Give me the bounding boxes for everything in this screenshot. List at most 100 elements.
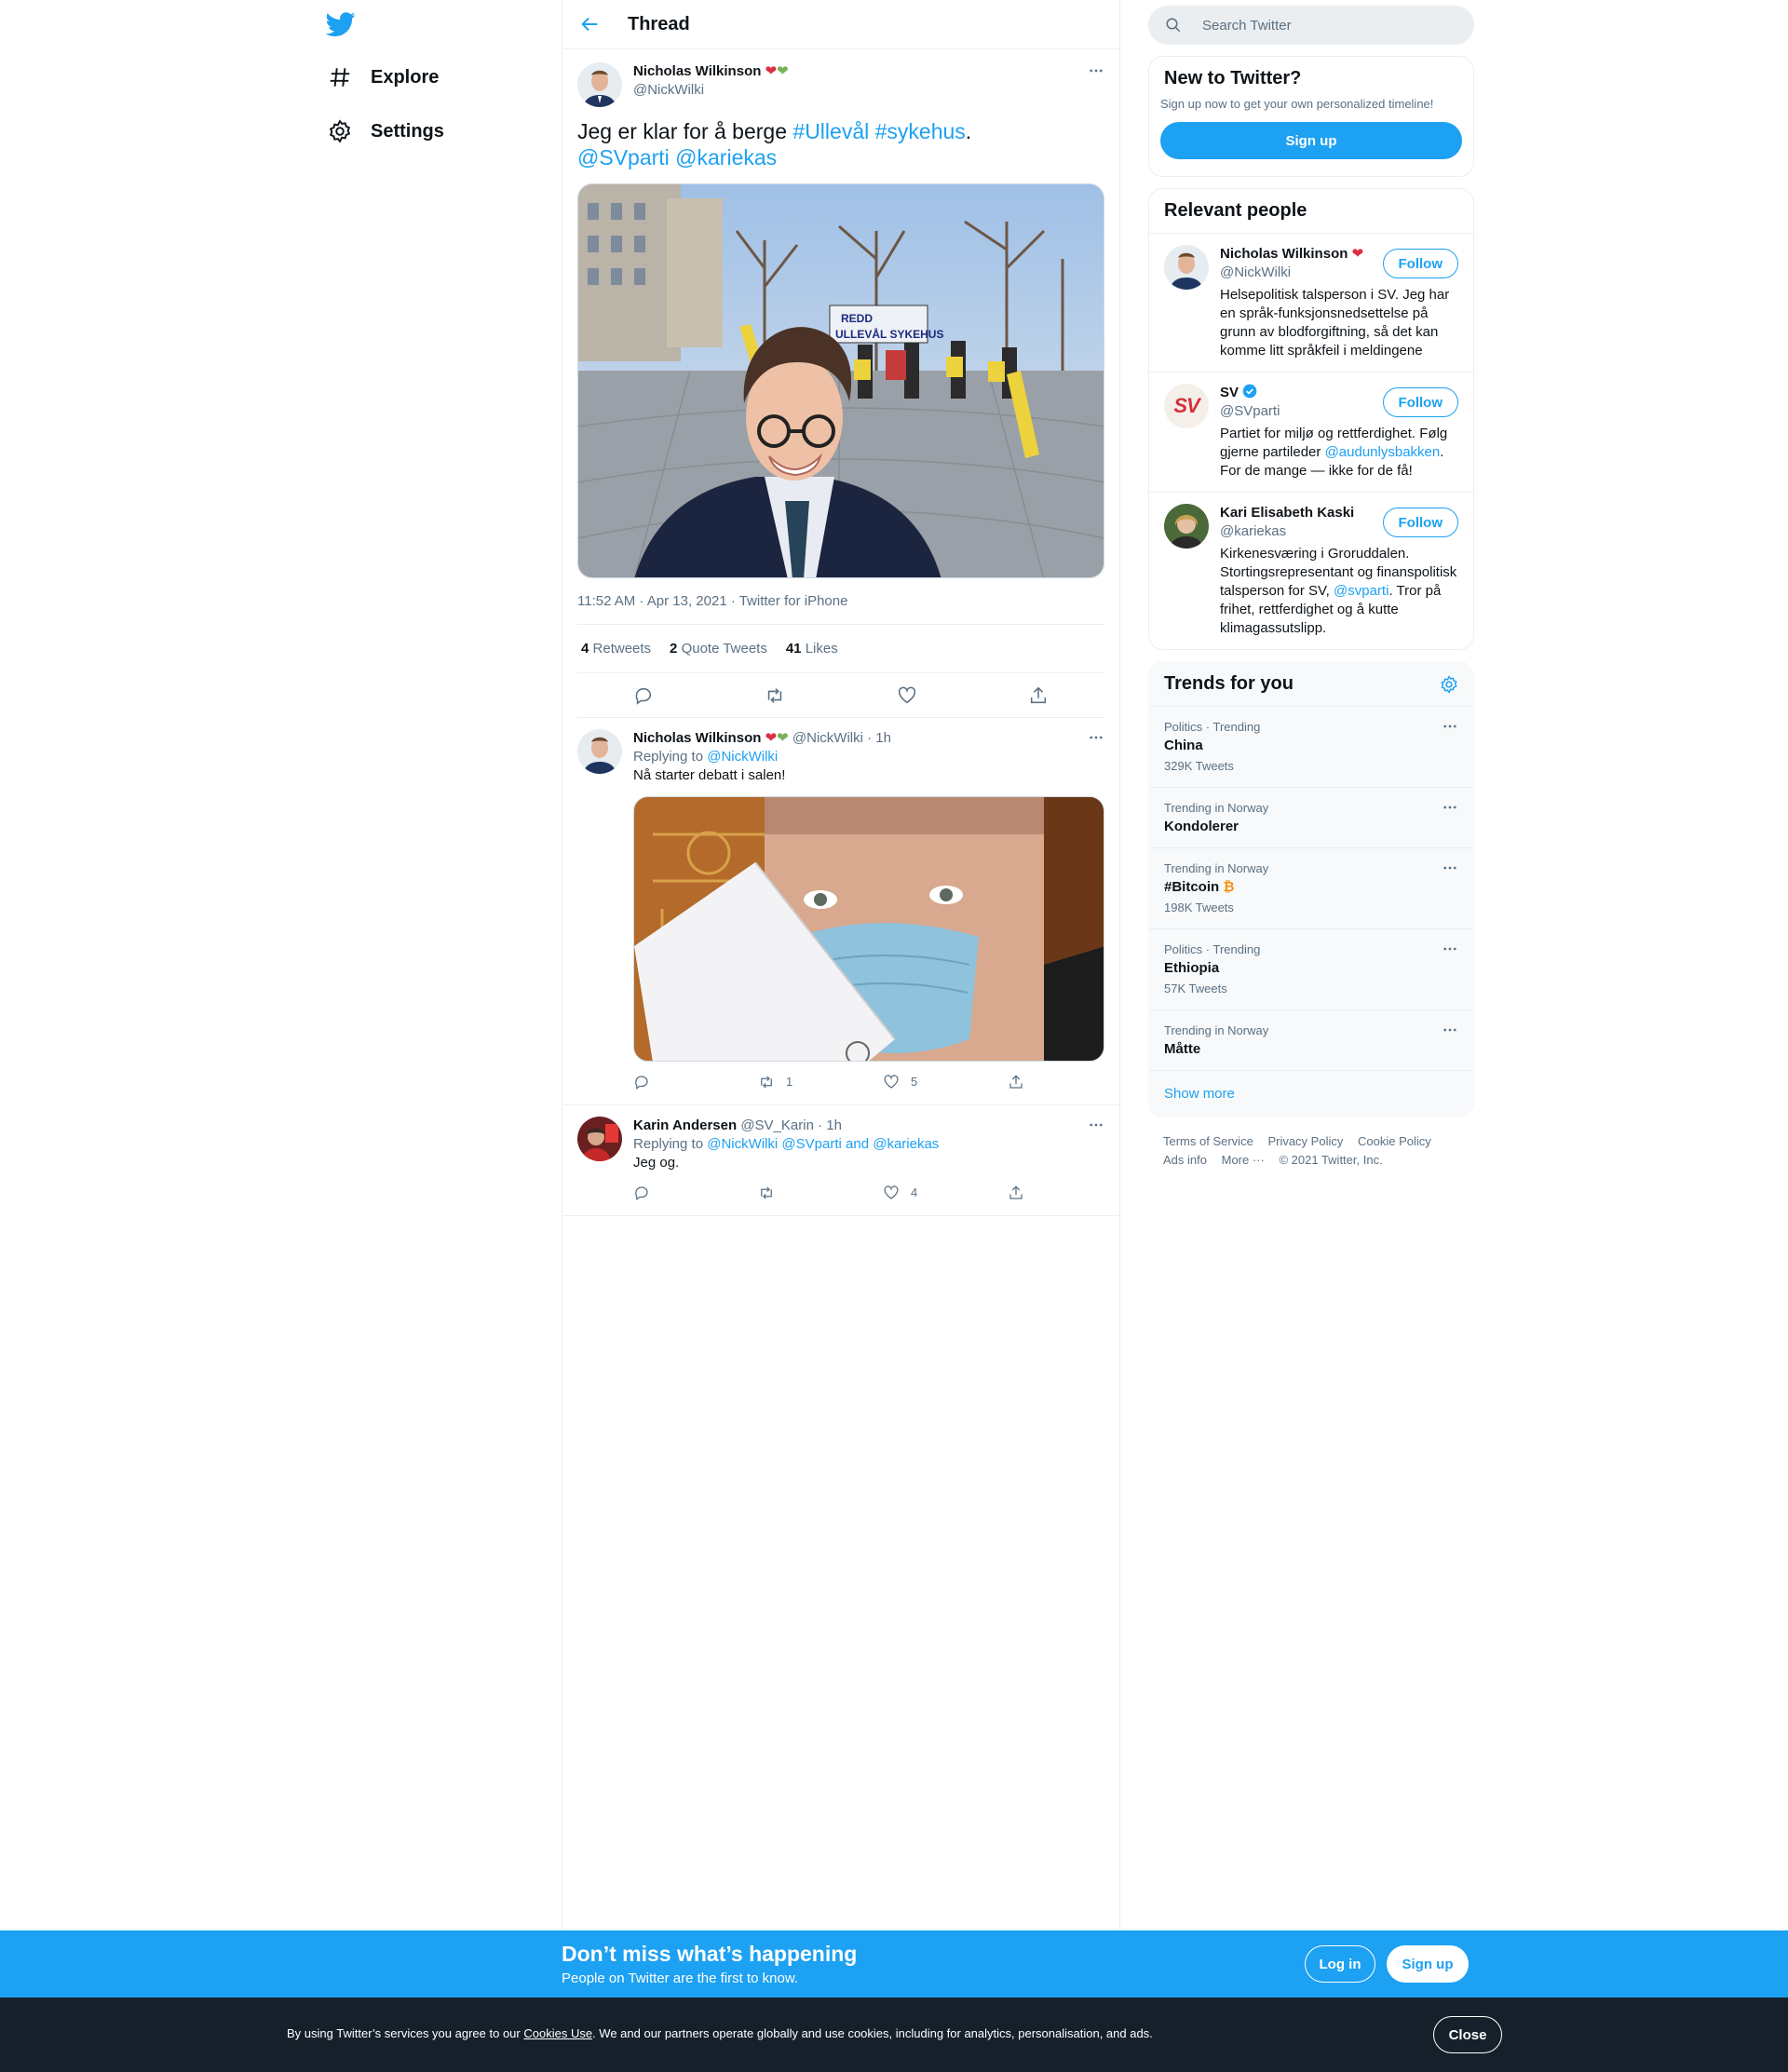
quotes-stat[interactable]: 2 Quote Tweets	[670, 641, 767, 657]
retweet-count: 1	[786, 1075, 793, 1089]
avatar[interactable]	[1164, 245, 1209, 290]
like-count: 4	[911, 1185, 918, 1199]
follow-button[interactable]: Follow	[1382, 508, 1458, 537]
twitter-logo-icon[interactable]	[326, 9, 356, 39]
trend-item[interactable]: Politics · Trending Ethiopia 57K Tweets	[1149, 928, 1473, 1009]
replying-to: Replying to @NickWilki @SVparti and @kar…	[633, 1135, 1132, 1154]
mention-link[interactable]: @SVparti	[577, 145, 670, 169]
thread-header: Thread	[562, 0, 1119, 49]
author-name[interactable]: Nicholas Wilkinson	[633, 63, 761, 79]
trend-name: Måtte	[1164, 1041, 1201, 1057]
more-options-icon[interactable]	[1442, 718, 1458, 735]
reply-icon[interactable]	[633, 685, 654, 706]
likes-stat[interactable]: 41 Likes	[786, 641, 838, 657]
signup-button[interactable]: Sign up	[1387, 1945, 1469, 1983]
card-subtitle: Sign up now to get your own personalized…	[1160, 97, 1434, 111]
trend-item[interactable]: Politics · Trending China 329K Tweets	[1149, 706, 1473, 787]
login-button[interactable]: Log in	[1305, 1945, 1375, 1983]
search-placeholder: Search Twitter	[1202, 17, 1292, 34]
person-item[interactable]: SV SV @SVparti Partiet for miljø og rett…	[1149, 372, 1473, 492]
author-name[interactable]: Karin Andersen	[633, 1117, 737, 1133]
more-options-icon[interactable]	[1442, 860, 1458, 876]
replying-to: Replying to @NickWilki	[633, 748, 1132, 766]
close-button[interactable]: Close	[1433, 2016, 1502, 2053]
more-options-icon[interactable]	[1088, 729, 1104, 746]
svg-text:REDD: REDD	[841, 312, 873, 325]
more-options-icon[interactable]	[1442, 941, 1458, 957]
main-tweet: Nicholas Wilkinson ❤❤ @NickWilki Jeg er …	[562, 49, 1119, 718]
more-link[interactable]: More ···	[1222, 1153, 1265, 1167]
trend-item[interactable]: Trending in Norway Kondolerer	[1149, 787, 1473, 847]
trend-item[interactable]: Trending in Norway Måtte	[1149, 1009, 1473, 1070]
author-handle[interactable]: @NickWilki · 1h	[792, 730, 891, 746]
avatar[interactable]	[577, 729, 622, 774]
avatar[interactable]: SV	[1164, 384, 1209, 428]
reply-tweet[interactable]: Karin Andersen @SV_Karin · 1h Replying t…	[562, 1105, 1119, 1216]
share-icon[interactable]	[1008, 1185, 1024, 1201]
likes-label: Likes	[805, 641, 838, 657]
like-heart-icon[interactable]	[883, 1185, 900, 1201]
reply-photo[interactable]	[633, 796, 1104, 1062]
author-handle[interactable]: @SV_Karin · 1h	[740, 1117, 842, 1133]
signup-button[interactable]: Sign up	[1160, 122, 1462, 159]
person-item[interactable]: Nicholas Wilkinson ❤ @NickWilki Helsepol…	[1149, 233, 1473, 372]
reply-icon[interactable]	[633, 1185, 650, 1201]
right-sidebar: Search Twitter New to Twitter? Sign up n…	[1148, 0, 1474, 1185]
mention-link[interactable]: @svparti	[1334, 583, 1388, 599]
like-heart-icon[interactable]	[883, 1074, 900, 1090]
person-bio: Kirkenesværing i Groruddalen. Stortingsr…	[1220, 545, 1458, 638]
prompt-subtitle: People on Twitter are the first to know.	[562, 1970, 799, 1986]
hashtag-icon	[330, 68, 350, 87]
author-handle[interactable]: @NickWilki	[633, 81, 789, 100]
ads-info-link[interactable]: Ads info	[1163, 1153, 1207, 1167]
more-options-icon[interactable]	[1442, 1022, 1458, 1038]
trends-card: Trends for you Politics · Trending China…	[1148, 661, 1474, 1117]
show-more-link[interactable]: Show more	[1149, 1070, 1473, 1117]
nav-settings[interactable]: Settings	[328, 108, 444, 155]
search-input[interactable]: Search Twitter	[1148, 6, 1474, 45]
reply-icon[interactable]	[633, 1074, 650, 1090]
author-name[interactable]: Nicholas Wilkinson	[633, 730, 761, 746]
terms-link[interactable]: Terms of Service	[1163, 1134, 1253, 1148]
trend-item[interactable]: Trending in Norway #Bitcoin ₿ 198K Tweet…	[1149, 847, 1473, 928]
hashtag-link[interactable]: #sykehus	[875, 119, 966, 143]
mention-link[interactable]: @audunlysbakken	[1325, 444, 1441, 460]
card-title: New to Twitter?	[1164, 68, 1302, 88]
person-name[interactable]: SV	[1220, 385, 1239, 400]
follow-button[interactable]: Follow	[1382, 249, 1458, 278]
cookie-policy-link[interactable]: Cookie Policy	[1358, 1134, 1431, 1148]
share-icon[interactable]	[1028, 685, 1049, 706]
avatar[interactable]	[577, 62, 622, 107]
like-heart-icon[interactable]	[897, 685, 917, 706]
follow-button[interactable]: Follow	[1382, 387, 1458, 417]
trend-name: #Bitcoin	[1164, 879, 1220, 895]
reply-tweet[interactable]: Nicholas Wilkinson ❤❤ @NickWilki · 1h Re…	[562, 718, 1119, 1105]
mention-link[interactable]: @NickWilki @SVparti and @kariekas	[707, 1136, 939, 1152]
mention-link[interactable]: @NickWilki	[707, 749, 778, 765]
hashtag-link[interactable]: #Ullevål	[792, 119, 869, 143]
green-heart-emoji-icon: ❤	[777, 730, 789, 746]
heart-emoji-icon: ❤	[765, 730, 778, 746]
more-options-icon[interactable]	[1088, 1117, 1104, 1133]
more-options-icon[interactable]	[1088, 62, 1104, 79]
retweets-stat[interactable]: 4 Retweets	[581, 641, 651, 657]
retweet-icon[interactable]	[765, 685, 785, 706]
retweet-icon[interactable]	[758, 1074, 775, 1090]
nav-explore[interactable]: Explore	[328, 54, 439, 101]
cookies-use-link[interactable]: Cookies Use	[523, 2026, 592, 2040]
more-options-icon[interactable]	[1442, 799, 1458, 816]
mention-link[interactable]: @kariekas	[675, 145, 777, 169]
avatar[interactable]	[577, 1117, 622, 1161]
heart-emoji-icon: ❤	[1351, 246, 1364, 262]
privacy-link[interactable]: Privacy Policy	[1267, 1134, 1343, 1148]
settings-gear-icon[interactable]	[1440, 674, 1458, 694]
person-name[interactable]: Kari Elisabeth Kaski	[1220, 505, 1354, 521]
retweet-icon[interactable]	[758, 1185, 775, 1201]
tweet-photo[interactable]: REDD ULLEVÅL SYKEHUS	[577, 183, 1104, 578]
tweet-timestamp[interactable]: 11:52 AM · Apr 13, 2021 · Twitter for iP…	[577, 593, 1104, 625]
person-item[interactable]: Kari Elisabeth Kaski @kariekas Kirkenesv…	[1149, 492, 1473, 649]
share-icon[interactable]	[1008, 1074, 1024, 1090]
avatar[interactable]	[1164, 504, 1209, 548]
person-name[interactable]: Nicholas Wilkinson	[1220, 246, 1348, 262]
back-arrow-icon[interactable]	[579, 14, 600, 34]
